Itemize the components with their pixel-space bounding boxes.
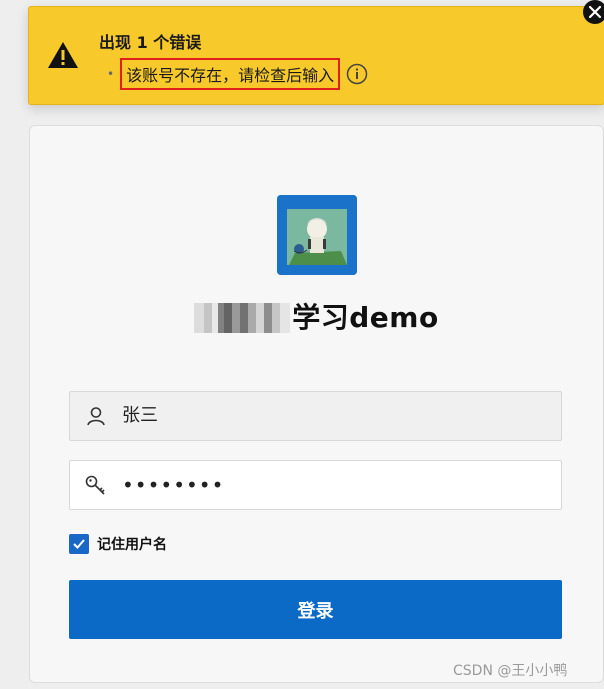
info-icon[interactable] (346, 63, 368, 85)
remember-checkbox[interactable] (69, 534, 89, 554)
warning-icon (48, 42, 78, 68)
login-card: 学习demo 张三 •••••••• 记住用户名 登录 (29, 125, 604, 683)
app-title: 学习demo (30, 296, 603, 336)
remember-username[interactable]: 记住用户名 (69, 534, 167, 554)
error-message: 该账号不存在，请检查后输入 (120, 58, 341, 90)
key-icon (85, 475, 105, 495)
redacted-text (194, 303, 291, 333)
error-item: • 该账号不存在，请检查后输入 (107, 58, 368, 90)
error-title: 出现 1 个错误 (99, 33, 202, 52)
anime-logo-icon (277, 195, 357, 275)
user-icon (87, 407, 105, 426)
bullet: • (107, 67, 115, 81)
password-value: •••••••• (122, 473, 225, 497)
error-banner: 出现 1 个错误 • 该账号不存在，请检查后输入 (28, 6, 604, 105)
watermark: CSDN @王小小鸭 (453, 663, 568, 679)
close-button[interactable] (583, 0, 604, 24)
login-button[interactable]: 登录 (69, 580, 562, 639)
remember-label: 记住用户名 (97, 537, 167, 553)
close-icon (588, 5, 602, 19)
username-field[interactable]: 张三 (69, 391, 562, 441)
username-value: 张三 (122, 405, 158, 426)
password-field[interactable]: •••••••• (69, 460, 562, 510)
app-logo (277, 195, 357, 275)
checkmark-icon (73, 539, 85, 549)
